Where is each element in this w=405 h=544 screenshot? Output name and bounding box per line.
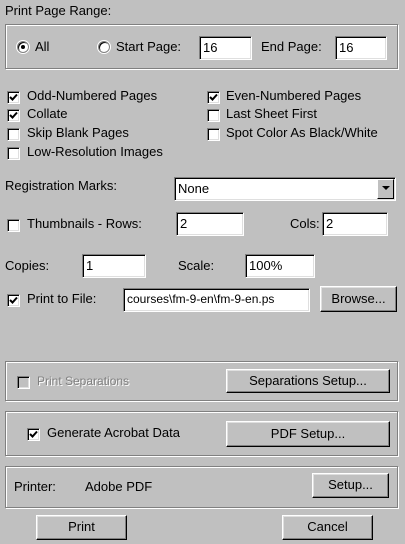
print-to-file-label[interactable]: Print to File:	[27, 291, 96, 306]
file-path-input[interactable]: courses\fm-9-en\fm-9-en.ps	[123, 288, 310, 312]
print-separations-label: Print Separations	[37, 374, 130, 388]
registration-select[interactable]: None	[174, 177, 396, 201]
pdf-setup-button[interactable]: PDF Setup...	[226, 421, 390, 447]
start-page-input[interactable]: 16	[199, 36, 252, 60]
low-res-checkbox[interactable]	[7, 147, 20, 160]
printer-label: Printer:	[14, 479, 56, 494]
registration-value: None	[178, 181, 210, 196]
scale-input[interactable]: 100%	[245, 254, 315, 278]
dropdown-button[interactable]	[377, 179, 394, 199]
print-separations-checkbox[interactable]	[17, 376, 30, 389]
checkmark-icon	[29, 430, 38, 438]
print-to-file-checkbox[interactable]	[7, 294, 20, 307]
cancel-button[interactable]: Cancel	[282, 515, 373, 540]
printer-name: Adobe PDF	[85, 479, 153, 494]
printer-setup-button[interactable]: Setup...	[312, 473, 389, 498]
spot-color-checkbox[interactable]	[207, 128, 220, 141]
end-page-label: End Page:	[261, 39, 322, 54]
thumbnail-rows-input[interactable]: 2	[176, 212, 244, 236]
thumbnail-cols-input[interactable]: 2	[322, 212, 388, 236]
last-sheet-first-label[interactable]: Last Sheet First	[226, 106, 317, 121]
last-sheet-first-checkbox[interactable]	[207, 109, 220, 122]
end-page-input[interactable]: 16	[335, 36, 387, 60]
collate-checkbox[interactable]	[7, 109, 20, 122]
copies-input[interactable]: 1	[82, 254, 146, 278]
odd-pages-label[interactable]: Odd-Numbered Pages	[27, 88, 157, 103]
checkmark-icon	[209, 93, 218, 101]
print-button[interactable]: Print	[36, 515, 127, 540]
collate-label[interactable]: Collate	[27, 106, 67, 121]
low-res-label[interactable]: Low-Resolution Images	[27, 144, 163, 159]
checkmark-icon	[9, 296, 18, 304]
skip-blank-label[interactable]: Skip Blank Pages	[27, 125, 129, 140]
checkmark-icon	[9, 111, 18, 119]
registration-label: Registration Marks:	[5, 178, 117, 193]
odd-pages-checkbox[interactable]	[7, 91, 20, 104]
scale-label: Scale:	[178, 258, 215, 273]
skip-blank-checkbox[interactable]	[7, 128, 20, 141]
generate-acrobat-label[interactable]: Generate Acrobat Data	[47, 425, 180, 440]
separations-setup-button[interactable]: Separations Setup...	[226, 369, 390, 393]
thumbnails-label[interactable]: Thumbnails - Rows:	[27, 216, 142, 231]
start-page-label[interactable]: Start Page:	[116, 39, 181, 54]
browse-button[interactable]: Browse...	[320, 286, 397, 312]
start-page-radio[interactable]	[98, 41, 110, 53]
checkmark-icon	[9, 93, 18, 101]
generate-acrobat-checkbox[interactable]	[27, 428, 40, 441]
thumbnails-checkbox[interactable]	[7, 219, 20, 232]
chevron-down-icon	[382, 186, 390, 190]
even-pages-label[interactable]: Even-Numbered Pages	[226, 88, 361, 103]
copies-label: Copies:	[5, 258, 50, 273]
page-range-title: Print Page Range:	[5, 3, 112, 18]
radio-selected-dot	[21, 45, 25, 49]
even-pages-checkbox[interactable]	[207, 91, 220, 104]
thumbnail-cols-label: Cols:	[290, 216, 320, 231]
all-pages-label[interactable]: All	[35, 39, 49, 54]
all-pages-radio[interactable]	[17, 41, 29, 53]
spot-color-label[interactable]: Spot Color As Black/White	[226, 125, 378, 140]
